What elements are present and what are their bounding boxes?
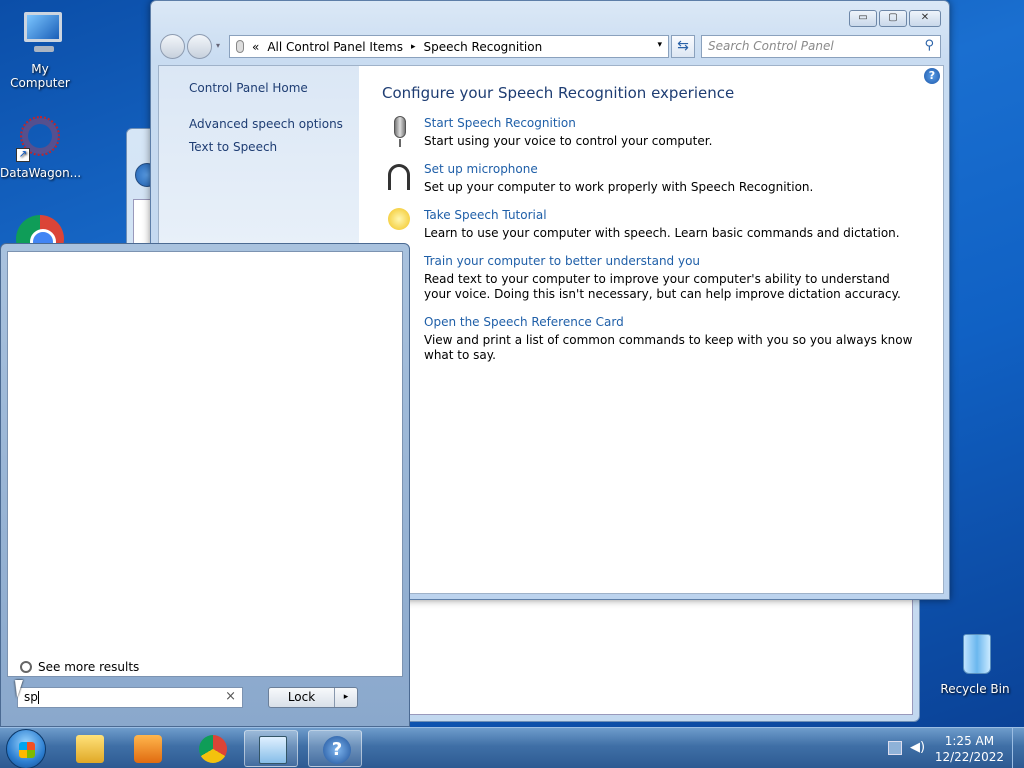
microphone-icon [394, 116, 406, 147]
refresh-button[interactable]: ⇆ [671, 35, 695, 58]
address-chevrons[interactable]: « [252, 40, 259, 54]
task-description: Read text to your computer to improve yo… [424, 272, 901, 301]
task-description: Learn to use your computer with speech. … [424, 226, 900, 240]
forward-button[interactable] [187, 34, 212, 59]
link-advanced-speech-options[interactable]: Advanced speech options [189, 117, 343, 131]
system-tray: ◀) 1:25 AM 12/22/2022 [884, 728, 1024, 768]
link-control-panel-home[interactable]: Control Panel Home [189, 81, 308, 95]
link-set-up-microphone[interactable]: Set up microphone [424, 162, 913, 176]
address-dropdown-icon[interactable]: ▾ [657, 40, 662, 50]
clock-time: 1:25 AM [944, 734, 995, 748]
text-caret [37, 691, 39, 704]
desktop-icon-recycle-bin[interactable]: Recycle Bin [935, 630, 1015, 696]
search-results-pane: See more results [7, 251, 403, 677]
link-text-to-speech[interactable]: Text to Speech [189, 140, 277, 154]
back-button[interactable] [160, 34, 185, 59]
taskbar-explorer[interactable] [62, 730, 116, 767]
desktop-icon-my-computer[interactable]: My Computer [0, 10, 80, 90]
taskbar-help[interactable]: ? [308, 730, 362, 767]
lock-button-group: Lock ▸ [268, 687, 358, 708]
breadcrumb-all-control-panel-items[interactable]: All Control Panel Items [267, 40, 403, 54]
clear-search-icon[interactable]: × [225, 689, 236, 704]
computer-icon [16, 10, 64, 58]
search-placeholder: Search Control Panel [708, 39, 834, 53]
link-speech-reference-card[interactable]: Open the Speech Reference Card [424, 315, 913, 329]
help-icon[interactable]: ? [924, 68, 940, 84]
volume-icon[interactable]: ◀) [910, 740, 925, 755]
taskbar: ? ◀) 1:25 AM 12/22/2022 [0, 727, 1024, 768]
desktop-icon-datawagon[interactable]: ↗ DataWagon... [0, 114, 82, 180]
task-description: Start using your voice to control your c… [424, 134, 713, 148]
close-button[interactable]: ✕ [909, 10, 941, 27]
start-search-input[interactable]: sp × [17, 687, 243, 708]
task-description: Set up your computer to work properly wi… [424, 180, 814, 194]
search-icon[interactable]: ⚲ [924, 38, 934, 53]
breadcrumb-separator-icon[interactable]: ▸ [411, 42, 416, 52]
start-menu: See more results sp × Lock ▸ [0, 243, 410, 727]
control-panel-icon [259, 736, 287, 764]
desktop-icon-label: My Computer [10, 62, 70, 90]
taskbar-control-panel[interactable] [244, 730, 298, 767]
chrome-icon [16, 215, 64, 245]
search-value: sp [24, 690, 38, 704]
recent-pages-dropdown[interactable]: ▾ [216, 41, 220, 50]
task-start-speech-recognition: Start Speech Recognition Start using you… [382, 116, 913, 149]
folder-icon [76, 735, 104, 763]
task-speech-reference-card: Open the Speech Reference Card View and … [382, 315, 913, 363]
magnifier-icon [20, 661, 32, 673]
lock-button[interactable]: Lock [269, 688, 335, 707]
task-description: View and print a list of common commands… [424, 333, 913, 362]
taskbar-media-player[interactable] [120, 730, 174, 767]
media-player-icon [134, 735, 162, 763]
taskbar-chrome[interactable] [185, 730, 239, 767]
microphone-icon [236, 40, 244, 53]
maximize-button[interactable]: ▢ [879, 10, 907, 27]
task-set-up-microphone: Set up microphone Set up your computer t… [382, 162, 913, 195]
search-control-panel-input[interactable]: Search Control Panel ⚲ [701, 35, 941, 58]
task-train-computer: Train your computer to better understand… [382, 254, 913, 302]
recycle-bin-icon [951, 630, 999, 678]
show-desktop-button[interactable] [1012, 728, 1024, 768]
start-button[interactable] [6, 729, 46, 768]
clock-date: 12/22/2022 [934, 750, 1004, 764]
link-train-computer[interactable]: Train your computer to better understand… [424, 254, 913, 268]
headset-icon [388, 164, 410, 190]
caption-buttons: ▭ ▢ ✕ [849, 10, 941, 27]
network-icon[interactable] [888, 741, 902, 755]
link-start-speech-recognition[interactable]: Start Speech Recognition [424, 116, 913, 130]
address-bar[interactable]: « All Control Panel Items ▸ Speech Recog… [229, 35, 669, 58]
link-take-speech-tutorial[interactable]: Take Speech Tutorial [424, 208, 913, 222]
breadcrumb-speech-recognition[interactable]: Speech Recognition [424, 40, 543, 54]
see-more-results-link[interactable]: See more results [20, 660, 139, 674]
help-icon: ? [323, 736, 351, 764]
see-more-label: See more results [38, 660, 140, 674]
chrome-icon [199, 735, 227, 763]
desktop-icon-label: Recycle Bin [940, 682, 1010, 696]
desktop-icon-chrome[interactable] [16, 215, 64, 245]
clock[interactable]: 1:25 AM 12/22/2022 [935, 733, 1004, 765]
desktop-icon-label: DataWagon... [0, 166, 82, 180]
task-take-speech-tutorial: Take Speech Tutorial Learn to use your c… [382, 208, 913, 241]
main-content: Configure your Speech Recognition experi… [382, 84, 913, 376]
navigation-bar: ▾ « All Control Panel Items ▸ Speech Rec… [159, 33, 941, 59]
shutdown-options-arrow-icon[interactable]: ▸ [335, 688, 357, 707]
lightbulb-icon [388, 208, 410, 230]
page-title: Configure your Speech Recognition experi… [382, 84, 735, 102]
datawagon-icon: ↗ [16, 114, 64, 162]
minimize-button[interactable]: ▭ [849, 10, 877, 27]
